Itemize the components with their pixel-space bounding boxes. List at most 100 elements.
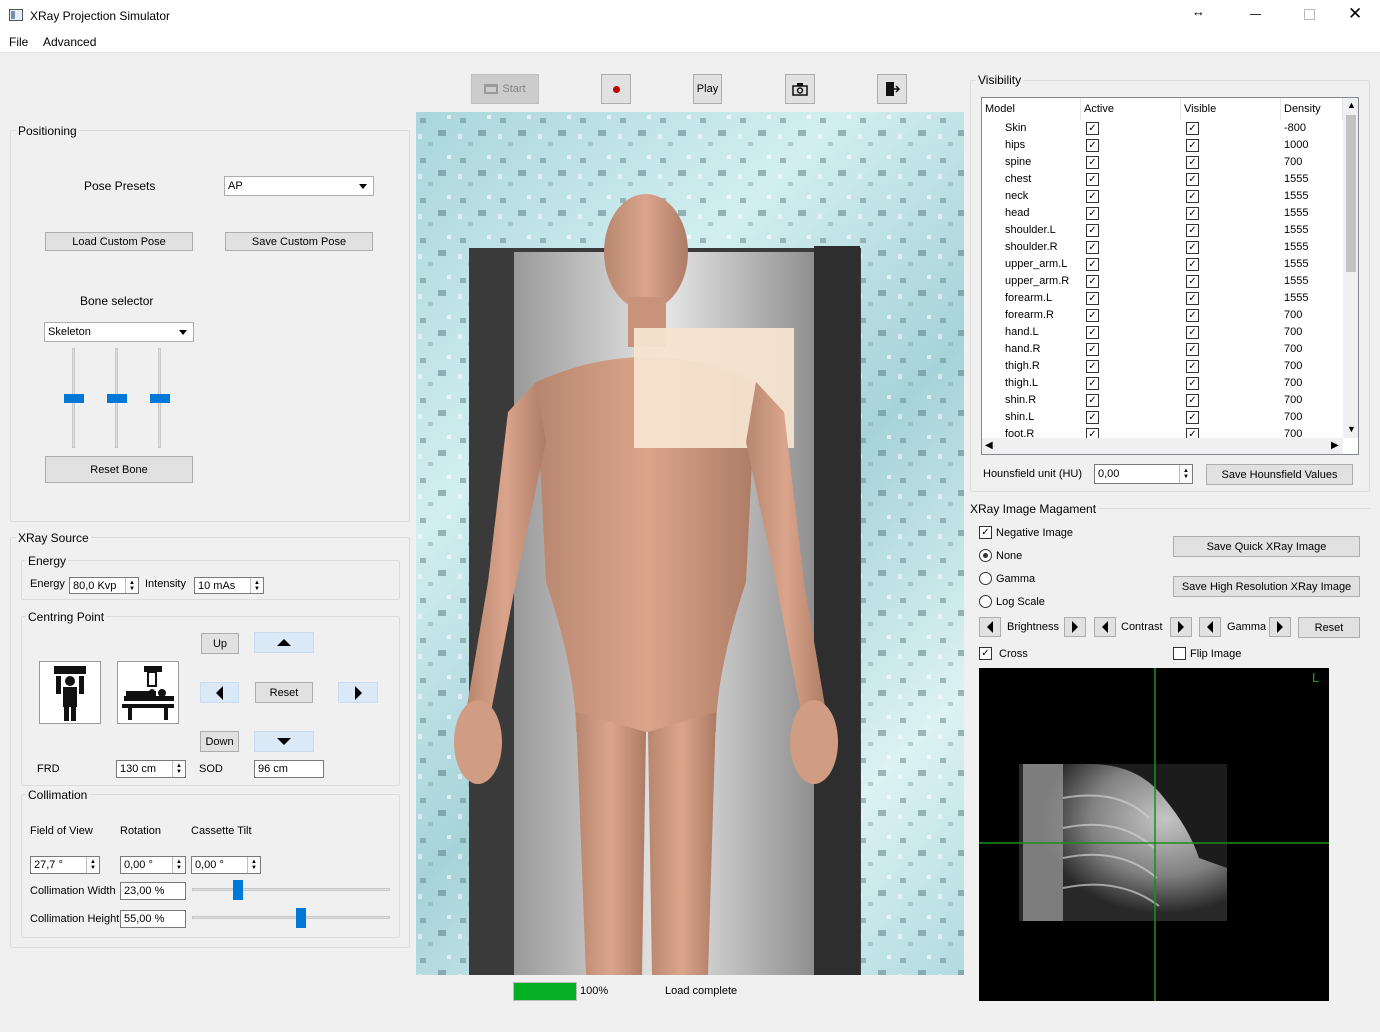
exit-button[interactable]	[877, 74, 907, 104]
table-row[interactable]: shoulder.R ✓ ✓ 1555	[982, 239, 1342, 256]
intensity-spinbox[interactable]: 10 mAs ▲ ▼	[194, 577, 264, 594]
gamma-decrease-button[interactable]	[1199, 617, 1221, 637]
hu-spinbox[interactable]: 0,00 ▲ ▼	[1094, 464, 1193, 484]
lying-patient-icon[interactable]	[117, 661, 179, 724]
visible-checkbox[interactable]: ✓	[1186, 292, 1199, 305]
row-density[interactable]: 1555	[1284, 224, 1308, 236]
gamma-increase-button[interactable]	[1269, 617, 1291, 637]
row-density[interactable]: 1555	[1284, 207, 1308, 219]
table-row[interactable]: chest ✓ ✓ 1555	[982, 171, 1342, 188]
table-row[interactable]: shin.L ✓ ✓ 700	[982, 409, 1342, 426]
centring-reset-button[interactable]: Reset	[255, 682, 313, 703]
spin-arrows-icon[interactable]: ▲ ▼	[250, 578, 263, 593]
visible-checkbox[interactable]: ✓	[1186, 360, 1199, 373]
cross-checkbox[interactable]: ✓	[979, 647, 992, 660]
rotation-spinbox[interactable]: 0,00 ° ▲ ▼	[120, 856, 186, 874]
table-row[interactable]: thigh.R ✓ ✓ 700	[982, 358, 1342, 375]
table-row[interactable]: upper_arm.L ✓ ✓ 1555	[982, 256, 1342, 273]
visible-checkbox[interactable]: ✓	[1186, 190, 1199, 203]
collimation-height-handle[interactable]	[295, 908, 306, 928]
scroll-up-icon[interactable]: ▲	[1347, 100, 1356, 110]
gamma-radio[interactable]	[979, 572, 992, 585]
row-density[interactable]: 700	[1284, 377, 1302, 389]
row-density[interactable]: 700	[1284, 326, 1302, 338]
standing-patient-icon[interactable]	[39, 661, 101, 724]
collimation-width-slider[interactable]	[192, 888, 390, 891]
save-hounsfield-button[interactable]: Save Hounsfield Values	[1206, 464, 1353, 485]
active-checkbox[interactable]: ✓	[1086, 156, 1099, 169]
row-density[interactable]: 700	[1284, 411, 1302, 423]
horizontal-scrollbar[interactable]: ◀ ▶	[982, 438, 1343, 454]
start-button[interactable]: Start	[471, 74, 539, 104]
down-button[interactable]: Down	[200, 731, 239, 752]
active-checkbox[interactable]: ✓	[1086, 139, 1099, 152]
record-button[interactable]	[601, 74, 631, 104]
contrast-increase-button[interactable]	[1170, 617, 1192, 637]
visible-checkbox[interactable]: ✓	[1186, 122, 1199, 135]
visible-checkbox[interactable]: ✓	[1186, 258, 1199, 271]
spin-arrows-icon[interactable]: ▲ ▼	[172, 857, 185, 873]
table-row[interactable]: spine ✓ ✓ 700	[982, 154, 1342, 171]
column-density[interactable]: Density	[1281, 98, 1343, 120]
active-checkbox[interactable]: ✓	[1086, 173, 1099, 186]
table-row[interactable]: thigh.L ✓ ✓ 700	[982, 375, 1342, 392]
table-row[interactable]: neck ✓ ✓ 1555	[982, 188, 1342, 205]
table-row[interactable]: hand.L ✓ ✓ 700	[982, 324, 1342, 341]
column-model[interactable]: Model	[982, 98, 1081, 120]
close-button[interactable]: ✕	[1348, 4, 1362, 24]
table-row[interactable]: shin.R ✓ ✓ 700	[982, 392, 1342, 409]
up-button[interactable]: Up	[201, 633, 239, 654]
save-high-res-xray-button[interactable]: Save High Resolution XRay Image	[1173, 576, 1360, 597]
spin-arrows-icon[interactable]: ▲ ▼	[172, 761, 185, 777]
move-right-arrow-button[interactable]	[338, 682, 378, 703]
scrollbar-thumb[interactable]	[1346, 115, 1356, 272]
brightness-increase-button[interactable]	[1064, 617, 1086, 637]
scroll-left-icon[interactable]: ◀	[985, 440, 993, 451]
visible-checkbox[interactable]: ✓	[1186, 139, 1199, 152]
row-density[interactable]: 1555	[1284, 173, 1308, 185]
table-row[interactable]: shoulder.L ✓ ✓ 1555	[982, 222, 1342, 239]
3d-viewport[interactable]	[416, 112, 964, 975]
active-checkbox[interactable]: ✓	[1086, 224, 1099, 237]
camera-button[interactable]	[785, 74, 815, 104]
spin-arrows-icon[interactable]: ▲ ▼	[1179, 465, 1192, 483]
active-checkbox[interactable]: ✓	[1086, 394, 1099, 407]
visible-checkbox[interactable]: ✓	[1186, 309, 1199, 322]
row-density[interactable]: 700	[1284, 394, 1302, 406]
visible-checkbox[interactable]: ✓	[1186, 275, 1199, 288]
brightness-decrease-button[interactable]	[979, 617, 1001, 637]
table-row[interactable]: Skin ✓ ✓ -800	[982, 120, 1342, 137]
row-density[interactable]: -800	[1284, 122, 1306, 134]
minimize-button[interactable]	[1250, 14, 1261, 15]
move-left-arrow-button[interactable]	[200, 682, 239, 703]
vertical-scrollbar[interactable]: ▲ ▼	[1343, 98, 1358, 438]
pose-presets-select[interactable]: AP	[224, 176, 374, 196]
visible-checkbox[interactable]: ✓	[1186, 224, 1199, 237]
visible-checkbox[interactable]: ✓	[1186, 173, 1199, 186]
row-density[interactable]: 700	[1284, 360, 1302, 372]
row-density[interactable]: 1555	[1284, 190, 1308, 202]
table-row[interactable]: forearm.L ✓ ✓ 1555	[982, 290, 1342, 307]
active-checkbox[interactable]: ✓	[1086, 190, 1099, 203]
spin-arrows-icon[interactable]: ▲ ▼	[125, 578, 138, 593]
play-button[interactable]: Play	[693, 74, 722, 104]
visible-checkbox[interactable]: ✓	[1186, 326, 1199, 339]
active-checkbox[interactable]: ✓	[1086, 343, 1099, 356]
collimation-height-field[interactable]: 55,00 %	[120, 910, 186, 928]
log-scale-radio[interactable]	[979, 595, 992, 608]
row-density[interactable]: 1555	[1284, 292, 1308, 304]
table-row[interactable]: forearm.R ✓ ✓ 700	[982, 307, 1342, 324]
load-custom-pose-button[interactable]: Load Custom Pose	[45, 232, 193, 251]
scroll-down-icon[interactable]: ▼	[1347, 424, 1356, 434]
fov-spinbox[interactable]: 27,7 ° ▲ ▼	[30, 856, 100, 874]
row-density[interactable]: 1000	[1284, 139, 1308, 151]
energy-spinbox[interactable]: 80,0 Kvp ▲ ▼	[69, 577, 139, 594]
move-up-arrow-button[interactable]	[254, 632, 314, 653]
visible-checkbox[interactable]: ✓	[1186, 207, 1199, 220]
row-density[interactable]: 1555	[1284, 258, 1308, 270]
active-checkbox[interactable]: ✓	[1086, 241, 1099, 254]
xray-reset-button[interactable]: Reset	[1298, 617, 1360, 638]
visible-checkbox[interactable]: ✓	[1186, 411, 1199, 424]
active-checkbox[interactable]: ✓	[1086, 275, 1099, 288]
visible-checkbox[interactable]: ✓	[1186, 343, 1199, 356]
